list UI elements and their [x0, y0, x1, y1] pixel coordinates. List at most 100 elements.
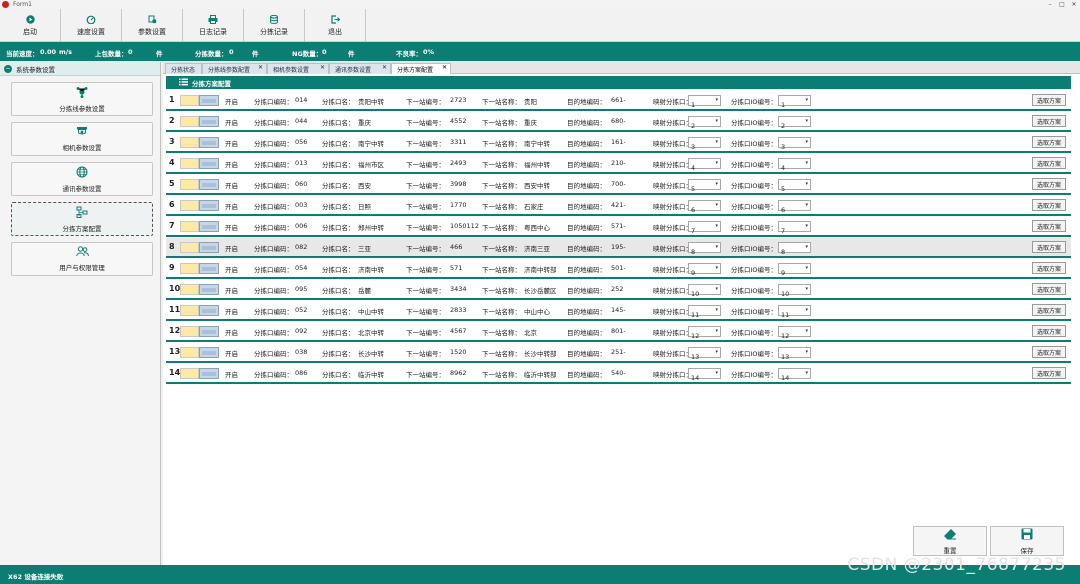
port-code-label: 分拣口编码：: [254, 245, 293, 253]
enable-toggle[interactable]: [199, 368, 219, 379]
enable-toggle[interactable]: [199, 137, 219, 148]
io-port-select[interactable]: 1 ▾: [778, 95, 811, 109]
enable-toggle[interactable]: [199, 116, 219, 127]
select-scheme-button[interactable]: 选取方案: [1032, 241, 1066, 253]
sidebar: − 系统参数设置 分拣线参数设置 相机参数设置 通讯参数设置 分拣方案配置 用户…: [0, 62, 161, 565]
select-scheme-button[interactable]: 选取方案: [1032, 178, 1066, 190]
sorted-count-unit: 件: [252, 50, 259, 58]
sidebar-item-line-params[interactable]: 分拣线参数设置: [11, 82, 153, 116]
map-port-select[interactable]: 6 ▾: [688, 200, 721, 214]
map-port-select[interactable]: 13 ▾: [688, 347, 721, 361]
select-scheme-button[interactable]: 选取方案: [1032, 199, 1066, 211]
enable-toggle[interactable]: [199, 221, 219, 232]
row-index: 3: [169, 137, 175, 146]
enable-toggle[interactable]: [199, 200, 219, 211]
io-port-select[interactable]: 12 ▾: [778, 326, 811, 340]
map-port-select[interactable]: 11 ▾: [688, 305, 721, 319]
map-port-select[interactable]: 5 ▾: [688, 179, 721, 193]
io-port-select[interactable]: 4 ▾: [778, 158, 811, 172]
tab-communication-settings[interactable]: 通讯参数设置 ✕: [329, 63, 391, 74]
sorting-record-button[interactable]: 分拣记录: [244, 9, 305, 42]
sidebar-item-sorting-scheme[interactable]: 分拣方案配置: [11, 202, 153, 236]
select-scheme-button[interactable]: 选取方案: [1032, 346, 1066, 358]
minimize-icon[interactable]: –: [1044, 0, 1056, 9]
enable-toggle[interactable]: [199, 242, 219, 253]
enable-toggle[interactable]: [199, 305, 219, 316]
reset-button[interactable]: 重置: [913, 526, 987, 556]
collapse-icon[interactable]: −: [4, 64, 12, 73]
exit-button[interactable]: 退出: [305, 9, 366, 42]
speed-settings-button[interactable]: 速度设置: [61, 9, 122, 42]
save-button[interactable]: 保存: [990, 526, 1064, 556]
enable-toggle[interactable]: [199, 179, 219, 190]
tab-line-params[interactable]: 分拣线参数配置 ✕: [202, 63, 267, 74]
io-port-select[interactable]: 7 ▾: [778, 221, 811, 235]
select-scheme-button[interactable]: 选取方案: [1032, 115, 1066, 127]
select-scheme-button[interactable]: 选取方案: [1032, 94, 1066, 106]
tab-close-icon[interactable]: ✕: [382, 64, 387, 71]
io-port-select[interactable]: 6 ▾: [778, 200, 811, 214]
select-scheme-button[interactable]: 选取方案: [1032, 367, 1066, 379]
map-port-select[interactable]: 1 ▾: [688, 95, 721, 109]
sidebar-item-communication[interactable]: 通讯参数设置: [11, 162, 153, 196]
map-port-select[interactable]: 10 ▾: [688, 284, 721, 298]
open: 开启: [225, 161, 238, 169]
log-record-button[interactable]: 日志记录: [183, 9, 244, 42]
select-scheme-button[interactable]: 选取方案: [1032, 220, 1066, 232]
status-color-swatch: [180, 137, 199, 148]
tab-camera-settings[interactable]: 相机参数设置 ✕: [267, 63, 329, 74]
port-name-label: 分拣口名：: [322, 245, 355, 253]
enable-toggle[interactable]: [199, 95, 219, 106]
io-port-select[interactable]: 2 ▾: [778, 116, 811, 130]
enable-toggle[interactable]: [199, 326, 219, 337]
map-port-select[interactable]: 7 ▾: [688, 221, 721, 235]
io-port-select[interactable]: 5 ▾: [778, 179, 811, 193]
map-port-select[interactable]: 14 ▾: [688, 368, 721, 382]
sidebar-item-users[interactable]: 用户与权限管理: [11, 242, 153, 276]
parameter-settings-button[interactable]: 参数设置: [122, 9, 183, 42]
sidebar-item-camera[interactable]: 相机参数设置: [11, 122, 153, 156]
map-port-label: 映射分拣口：: [653, 182, 692, 190]
map-port-select[interactable]: 3 ▾: [688, 137, 721, 151]
open: 开启: [225, 308, 238, 316]
io-port-select[interactable]: 13 ▾: [778, 347, 811, 361]
select-scheme-button[interactable]: 选取方案: [1032, 157, 1066, 169]
io-port-select[interactable]: 10 ▾: [778, 284, 811, 298]
select-scheme-button[interactable]: 选取方案: [1032, 283, 1066, 295]
select-scheme-button[interactable]: 选取方案: [1032, 304, 1066, 316]
enable-toggle[interactable]: [199, 263, 219, 274]
map-port-select[interactable]: 8 ▾: [688, 242, 721, 256]
tab-sorting-status[interactable]: 分拣状态: [165, 63, 202, 74]
close-icon[interactable]: ✕: [1068, 0, 1080, 9]
enable-toggle[interactable]: [199, 158, 219, 169]
select-scheme-button[interactable]: 选取方案: [1032, 262, 1066, 274]
map-port-select[interactable]: 9 ▾: [688, 263, 721, 277]
map-port-select[interactable]: 2 ▾: [688, 116, 721, 130]
maximize-icon[interactable]: □: [1056, 0, 1068, 9]
tab-close-icon[interactable]: ✕: [442, 64, 447, 71]
select-scheme-button[interactable]: 选取方案: [1032, 325, 1066, 337]
enable-toggle[interactable]: [199, 284, 219, 295]
map-port-select[interactable]: 12 ▾: [688, 326, 721, 340]
select-scheme-button[interactable]: 选取方案: [1032, 136, 1066, 148]
port-name-value: 重庆: [358, 119, 371, 127]
port-code-value: 082: [295, 243, 308, 251]
dest-code-label: 目的地编码：: [567, 371, 606, 379]
tab-sorting-scheme[interactable]: 分拣方案配置 ✕: [391, 63, 451, 74]
tab-close-icon[interactable]: ✕: [320, 64, 325, 71]
io-port-select[interactable]: 8 ▾: [778, 242, 811, 256]
start-button[interactable]: 启动: [0, 9, 61, 42]
port-code-value: 044: [295, 117, 308, 125]
io-port-select[interactable]: 14 ▾: [778, 368, 811, 382]
enable-toggle[interactable]: [199, 347, 219, 358]
io-port-select[interactable]: 11 ▾: [778, 305, 811, 319]
globe-icon: [76, 166, 88, 180]
tab-close-icon[interactable]: ✕: [258, 64, 263, 71]
next-name-value: 南宁中转: [524, 140, 550, 148]
port-name-value: 临沂中转: [358, 371, 384, 379]
io-port-select[interactable]: 3 ▾: [778, 137, 811, 151]
next-name-value: 西安中转: [524, 182, 550, 190]
map-port-select[interactable]: 4 ▾: [688, 158, 721, 172]
io-port-label: 分拣口IO编号：: [731, 224, 778, 232]
io-port-select[interactable]: 9 ▾: [778, 263, 811, 277]
